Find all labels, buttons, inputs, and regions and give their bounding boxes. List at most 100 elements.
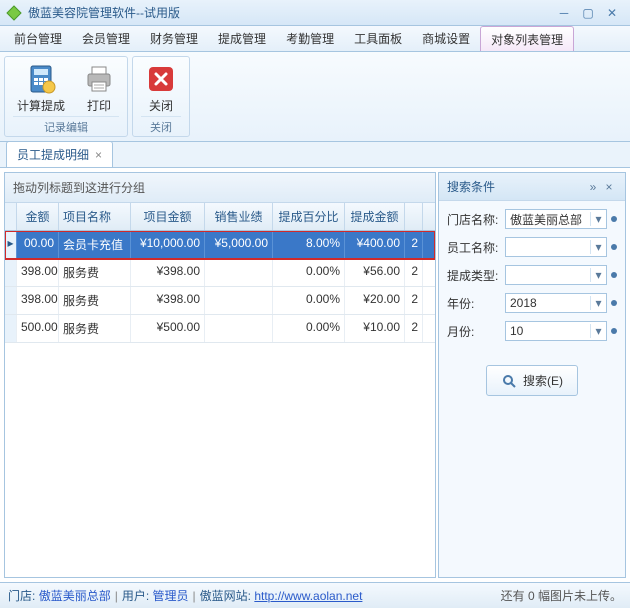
cell-name: 会员卡充值 <box>59 231 131 258</box>
close-button[interactable]: 关闭 <box>141 61 181 116</box>
menu-reception[interactable]: 前台管理 <box>4 26 72 51</box>
statusbar: 门店: 傲蓝美丽总部 | 用户: 管理员 | 傲蓝网站: http://www.… <box>0 582 630 608</box>
header-item-name[interactable]: 项目名称 <box>59 203 131 230</box>
maximize-button[interactable]: ▢ <box>576 4 600 22</box>
required-dot-icon <box>611 300 617 306</box>
calc-commission-button[interactable]: 计算提成 <box>13 61 69 116</box>
status-site-label: 傲蓝网站: <box>200 587 251 604</box>
cell-last: 2 <box>405 287 423 314</box>
header-item-amount[interactable]: 项目金额 <box>131 203 205 230</box>
header-sales[interactable]: 销售业绩 <box>205 203 273 230</box>
ribbon-group-record: 计算提成 打印 记录编辑 <box>4 56 128 137</box>
month-combo[interactable]: 10▾ <box>505 321 607 341</box>
menu-commission[interactable]: 提成管理 <box>208 26 276 51</box>
cell-last: 2 <box>405 259 423 286</box>
store-combo[interactable]: 傲蓝美丽总部▾ <box>505 209 607 229</box>
cell-sales: ¥5,000.00 <box>205 231 273 258</box>
menu-tools[interactable]: 工具面板 <box>344 26 412 51</box>
cell-sales <box>205 315 273 342</box>
type-label: 提成类型: <box>447 267 501 284</box>
titlebar: 傲蓝美容院管理软件--试用版 ─ ▢ ✕ <box>0 0 630 26</box>
menu-attendance[interactable]: 考勤管理 <box>276 26 344 51</box>
grid-body: ▸ 00.00 会员卡充值 ¥10,000.00 ¥5,000.00 8.00%… <box>5 231 435 577</box>
table-row[interactable]: ▸ 00.00 会员卡充值 ¥10,000.00 ¥5,000.00 8.00%… <box>5 231 435 259</box>
chevron-down-icon: ▾ <box>590 212 604 226</box>
cell-amount: 398.00 <box>17 259 59 286</box>
type-combo[interactable]: ▾ <box>505 265 607 285</box>
cell-comm: ¥56.00 <box>345 259 405 286</box>
cell-sales <box>205 287 273 314</box>
cell-name: 服务费 <box>59 259 131 286</box>
chevron-down-icon: ▾ <box>590 324 604 338</box>
chevron-down-icon: ▾ <box>590 268 604 282</box>
required-dot-icon <box>611 244 617 250</box>
status-store-value: 傲蓝美丽总部 <box>39 587 111 604</box>
close-icon <box>145 63 177 95</box>
tab-commission-detail[interactable]: 员工提成明细 × <box>6 141 113 167</box>
store-label: 门店名称: <box>447 211 501 228</box>
ribbon: 计算提成 打印 记录编辑 关闭 关闭 <box>0 52 630 142</box>
header-amount[interactable]: 金额 <box>17 203 59 230</box>
cell-pct: 0.00% <box>273 315 345 342</box>
print-button[interactable]: 打印 <box>79 61 119 116</box>
data-grid: 拖动列标题到这进行分组 金额 项目名称 项目金额 销售业绩 提成百分比 提成金额… <box>4 172 436 578</box>
cell-pamt: ¥10,000.00 <box>131 231 205 258</box>
calculator-icon <box>25 63 57 95</box>
cell-pamt: ¥398.00 <box>131 287 205 314</box>
table-row[interactable]: 500.00 服务费 ¥500.00 0.00% ¥10.00 2 <box>5 315 435 343</box>
search-form: 门店名称: 傲蓝美丽总部▾ 员工名称: ▾ 提成类型: ▾ 年份: 2018▾ … <box>439 201 625 404</box>
cell-pamt: ¥500.00 <box>131 315 205 342</box>
table-row[interactable]: 398.00 服务费 ¥398.00 0.00% ¥20.00 2 <box>5 287 435 315</box>
search-button[interactable]: 搜索(E) <box>486 365 578 396</box>
menu-object-list[interactable]: 对象列表管理 <box>480 26 574 51</box>
print-label: 打印 <box>87 97 111 114</box>
chevron-down-icon: ▾ <box>590 240 604 254</box>
tab-close-icon[interactable]: × <box>95 148 102 162</box>
cell-sales <box>205 259 273 286</box>
row-indicator-icon: ▸ <box>5 231 17 258</box>
employee-combo[interactable]: ▾ <box>505 237 607 257</box>
cell-comm: ¥20.00 <box>345 287 405 314</box>
chevron-right-icon[interactable]: » <box>585 180 601 194</box>
menu-member[interactable]: 会员管理 <box>72 26 140 51</box>
calc-label: 计算提成 <box>17 97 65 114</box>
indicator-header <box>5 203 17 230</box>
ribbon-group-record-label: 记录编辑 <box>13 116 119 135</box>
cell-last: 2 <box>405 315 423 342</box>
cell-pamt: ¥398.00 <box>131 259 205 286</box>
year-combo[interactable]: 2018▾ <box>505 293 607 313</box>
chevron-down-icon: ▾ <box>590 296 604 310</box>
status-site-link[interactable]: http://www.aolan.net <box>254 589 362 603</box>
header-commission[interactable]: 提成金额 <box>345 203 405 230</box>
cell-amount: 00.00 <box>17 231 59 258</box>
header-last[interactable] <box>405 203 423 230</box>
menu-finance[interactable]: 财务管理 <box>140 26 208 51</box>
cell-name: 服务费 <box>59 315 131 342</box>
magnifier-icon <box>501 373 517 389</box>
table-row[interactable]: 398.00 服务费 ¥398.00 0.00% ¥56.00 2 <box>5 259 435 287</box>
emp-label: 员工名称: <box>447 239 501 256</box>
menu-mall[interactable]: 商城设置 <box>412 26 480 51</box>
ribbon-group-close-label: 关闭 <box>141 116 181 135</box>
cell-pct: 8.00% <box>273 231 345 258</box>
grid-headers: 金额 项目名称 项目金额 销售业绩 提成百分比 提成金额 <box>5 203 435 231</box>
status-user-value: 管理员 <box>153 587 189 604</box>
status-upload: 还有 0 幅图片未上传。 <box>501 587 622 604</box>
ribbon-group-close: 关闭 关闭 <box>132 56 190 137</box>
panel-close-icon[interactable]: × <box>601 180 617 194</box>
tabstrip: 员工提成明细 × <box>0 142 630 168</box>
cell-last: 2 <box>405 231 423 258</box>
header-percent[interactable]: 提成百分比 <box>273 203 345 230</box>
window-title: 傲蓝美容院管理软件--试用版 <box>28 4 552 21</box>
year-label: 年份: <box>447 295 501 312</box>
close-window-button[interactable]: ✕ <box>600 4 624 22</box>
cell-pct: 0.00% <box>273 259 345 286</box>
group-drop-area[interactable]: 拖动列标题到这进行分组 <box>5 173 435 203</box>
status-store-label: 门店: <box>8 587 35 604</box>
row-indicator <box>5 287 17 314</box>
minimize-button[interactable]: ─ <box>552 4 576 22</box>
menubar: 前台管理 会员管理 财务管理 提成管理 考勤管理 工具面板 商城设置 对象列表管… <box>0 26 630 52</box>
close-label: 关闭 <box>149 97 173 114</box>
required-dot-icon <box>611 216 617 222</box>
cell-amount: 398.00 <box>17 287 59 314</box>
